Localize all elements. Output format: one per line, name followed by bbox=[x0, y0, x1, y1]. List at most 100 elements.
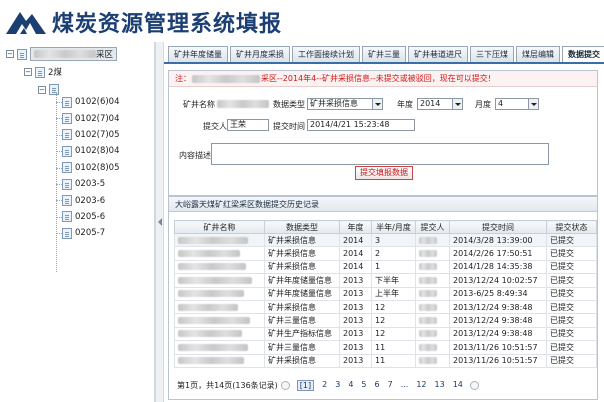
submit-time-input[interactable]: 2014/4/21 15:23:48 bbox=[307, 119, 415, 131]
tree-item[interactable]: 0102(8)04 bbox=[56, 143, 120, 159]
data-type-cell: 矿井采损信息 bbox=[264, 246, 340, 261]
tree-item[interactable]: 0203-6 bbox=[56, 192, 120, 208]
tree-item-label: 0102(8)05 bbox=[75, 162, 120, 173]
blurred-name bbox=[419, 343, 437, 351]
tree-item-label: 0203-5 bbox=[75, 179, 106, 190]
blurred-name bbox=[178, 317, 250, 325]
page-link[interactable]: 14 bbox=[453, 380, 463, 391]
year-cell: 2013 bbox=[339, 353, 372, 368]
column-header[interactable]: 年度 bbox=[339, 220, 372, 234]
tree-item-label: 0102(7)04 bbox=[75, 113, 120, 124]
blurred-name bbox=[34, 50, 96, 58]
table-row[interactable]: 矿井年度储量信息 2013 下半年 2013/12/24 10:02:57 已提交 bbox=[174, 273, 597, 288]
data-type-label: 数据类型 bbox=[273, 100, 305, 109]
chevron-down-icon[interactable] bbox=[452, 99, 462, 109]
history-panel: 大峪露天煤矿红梁采区数据提交历史记录 矿井名称 数据类型 年度 半年/月度 提交人 提交时… bbox=[168, 196, 598, 400]
tree-item[interactable]: 0102(8)05 bbox=[56, 160, 120, 176]
submitter-cell bbox=[415, 326, 450, 342]
mine-name-cell bbox=[174, 246, 265, 261]
tree-item[interactable]: 0102(7)05 bbox=[56, 127, 120, 143]
tree-item[interactable]: 0205-6 bbox=[56, 209, 120, 225]
tree-item-label: 0205-7 bbox=[75, 228, 106, 239]
page-link[interactable]: 6 bbox=[375, 380, 380, 391]
tab-7[interactable]: 数据提交 bbox=[562, 46, 604, 62]
blurred-name bbox=[178, 357, 244, 365]
tab-4[interactable]: 矿井巷道进尺 bbox=[408, 46, 468, 62]
tree-item[interactable]: 0203-5 bbox=[56, 176, 120, 192]
data-type-cell: 矿井年度储量信息 bbox=[264, 273, 340, 288]
status-cell: 已提交 bbox=[546, 299, 597, 315]
prev-page-icon[interactable] bbox=[280, 380, 290, 390]
next-page-icon[interactable] bbox=[469, 380, 479, 390]
blurred-name bbox=[192, 74, 260, 83]
status-cell: 已提交 bbox=[546, 259, 597, 275]
column-header[interactable]: 提交时间 bbox=[449, 220, 547, 234]
period-cell: 12 bbox=[371, 313, 416, 328]
table-row[interactable]: 矿井采损信息 2014 2 2014/2/26 17:50:51 已提交 bbox=[174, 246, 597, 261]
column-header[interactable]: 提交人 bbox=[415, 220, 450, 234]
submit-data-button[interactable]: 提交填报数据 bbox=[355, 166, 413, 180]
table-row[interactable]: 矿井年度储量信息 2013 上半年 2013-6/25 8:49:34 已提交 bbox=[174, 286, 597, 301]
page-link[interactable]: 5 bbox=[361, 380, 366, 391]
data-type-cell: 矿井三量信息 bbox=[264, 313, 340, 328]
tab-0[interactable]: 矿井年度储量 bbox=[168, 46, 228, 62]
table-row[interactable]: 矿井三量信息 2013 11 2013/11/26 10:51:57 已提交 bbox=[174, 340, 597, 355]
tree-item[interactable]: 0102(7)04 bbox=[56, 110, 120, 126]
panel-splitter[interactable] bbox=[155, 42, 164, 402]
tree-item[interactable]: 0102(6)04 bbox=[56, 94, 120, 110]
document-icon bbox=[62, 195, 72, 207]
table-row[interactable]: 矿井采损信息 2014 1 2014/1/28 14:35:38 已提交 bbox=[174, 259, 597, 275]
period-cell: 12 bbox=[371, 326, 416, 342]
period-cell: 11 bbox=[371, 340, 416, 355]
blurred-name bbox=[419, 236, 437, 244]
page-link[interactable]: 13 bbox=[435, 380, 445, 391]
content-label: 内容描述 bbox=[179, 151, 211, 160]
collapse-icon[interactable]: − bbox=[38, 85, 46, 94]
table-row[interactable]: 矿井采损信息 2013 11 2013/11/26 10:51:57 已提交 bbox=[174, 353, 597, 368]
mine-name-cell bbox=[174, 232, 265, 248]
mine-name-cell bbox=[174, 259, 265, 275]
collapse-left-icon[interactable] bbox=[158, 218, 162, 226]
tree-item-label: 0102(8)04 bbox=[75, 146, 120, 157]
year-cell: 2014 bbox=[339, 259, 372, 275]
page-link[interactable]: 4 bbox=[348, 380, 353, 391]
tab-5[interactable]: 三下压煤 bbox=[470, 46, 514, 62]
year-select[interactable]: 2014 bbox=[417, 98, 463, 110]
tree-item[interactable]: 0205-7 bbox=[56, 225, 120, 241]
table-row[interactable]: 矿井三量信息 2013 12 2013/12/24 9:38:48 已提交 bbox=[174, 313, 597, 328]
status-cell: 已提交 bbox=[546, 313, 597, 328]
data-type-select[interactable]: 矿井采损信息 bbox=[307, 98, 383, 110]
submitter-cell bbox=[415, 313, 450, 328]
column-header[interactable]: 提交状态 bbox=[546, 220, 597, 234]
tab-bar: 矿井年度储量 矿井月度采损 工作面接续计划 矿井三量 矿井巷道进尺 三下压煤 煤层编辑 数据提… bbox=[168, 46, 604, 62]
chevron-down-icon[interactable] bbox=[528, 99, 538, 109]
column-header[interactable]: 半年/月度 bbox=[371, 220, 416, 234]
tab-1[interactable]: 矿井月度采损 bbox=[230, 46, 290, 62]
tree-root-label[interactable]: 采区 bbox=[30, 47, 118, 61]
tab-2[interactable]: 工作面接续计划 bbox=[292, 46, 360, 62]
page-link[interactable]: 12 bbox=[416, 380, 426, 391]
content-textarea[interactable] bbox=[211, 143, 549, 165]
tab-3[interactable]: 矿井三量 bbox=[362, 46, 406, 62]
table-row[interactable]: 矿井生产指标信息 2013 12 2013/12/24 9:38:48 已提交 bbox=[174, 326, 597, 342]
left-tree-panel: − 采区 − 2煤 − 0102(6)04 0102(7)04 0102(7)05 0… bbox=[0, 42, 155, 402]
table-row[interactable]: 矿井采损信息 2013 12 2013/12/24 9:38:48 已提交 bbox=[174, 299, 597, 315]
tab-6[interactable]: 煤层编辑 bbox=[516, 46, 560, 62]
tree-root-node[interactable]: − 采区 bbox=[6, 47, 118, 61]
document-icon bbox=[62, 113, 72, 125]
table-row[interactable]: 矿井采损信息 2014 3 2014/3/28 13:39:00 已提交 bbox=[174, 232, 597, 248]
page-link[interactable]: 3 bbox=[335, 380, 340, 391]
page-link[interactable]: 2 bbox=[322, 380, 327, 391]
month-select[interactable]: 4 bbox=[495, 98, 539, 110]
column-header[interactable]: 矿井名称 bbox=[174, 220, 265, 234]
submitter-input[interactable]: 王荣 bbox=[227, 119, 269, 131]
column-header[interactable]: 数据类型 bbox=[264, 220, 340, 234]
blurred-name bbox=[419, 317, 437, 325]
chevron-down-icon[interactable] bbox=[372, 99, 382, 109]
page-link[interactable]: 7 bbox=[388, 380, 393, 391]
year-cell: 2014 bbox=[339, 246, 372, 261]
collapse-icon[interactable]: − bbox=[6, 50, 14, 58]
page-link[interactable]: [1] bbox=[296, 379, 315, 391]
tree-node-2coal[interactable]: − 2煤 bbox=[24, 66, 62, 78]
collapse-icon[interactable]: − bbox=[24, 68, 32, 76]
